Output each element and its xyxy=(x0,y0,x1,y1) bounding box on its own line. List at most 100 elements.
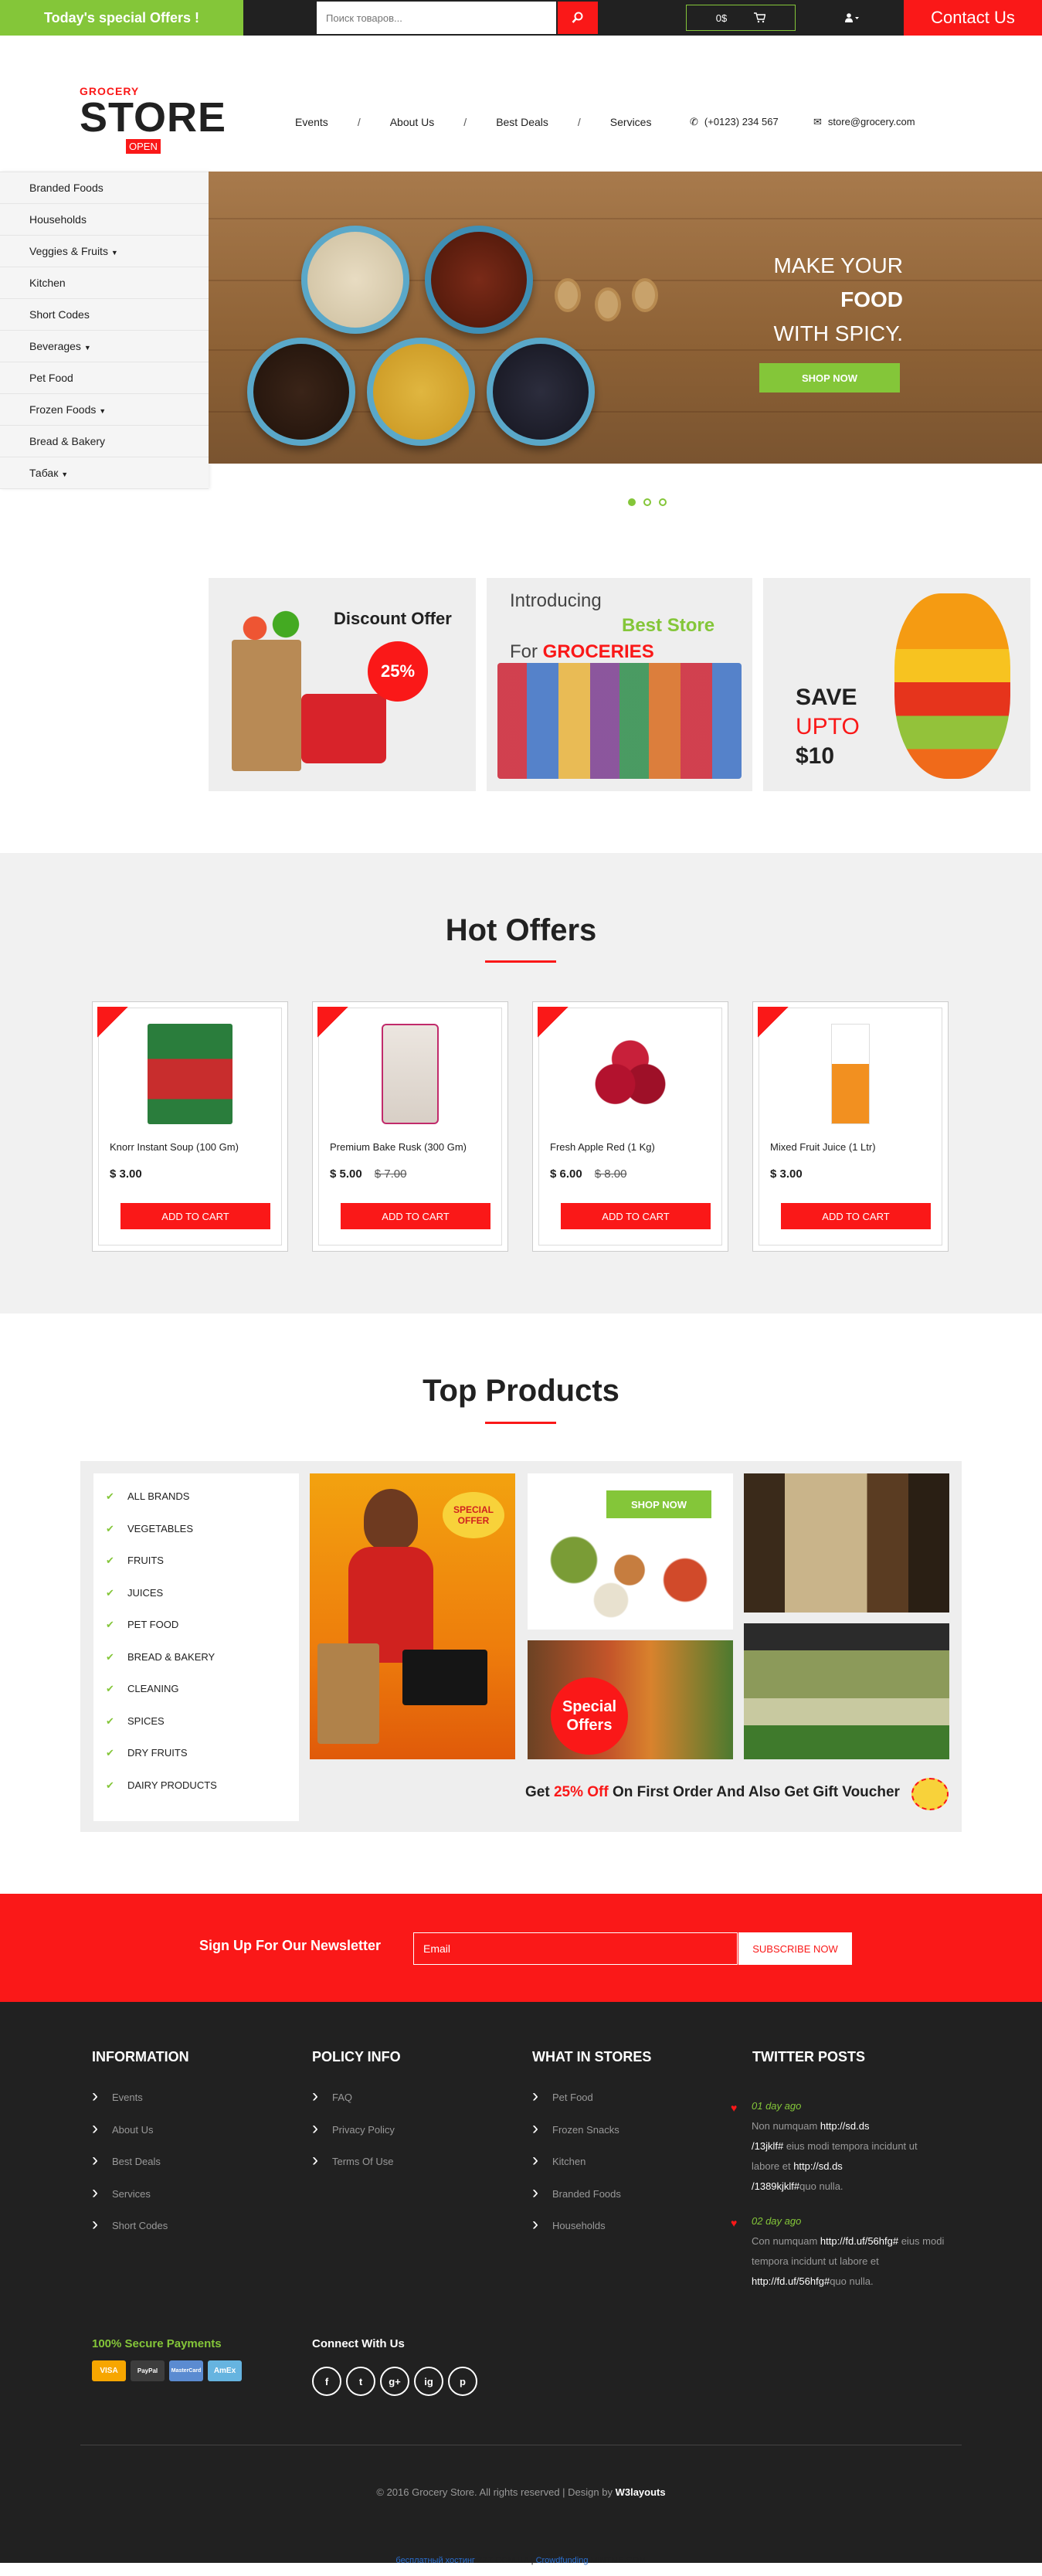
payment-methods: VISA PayPal MasterCard AmEx xyxy=(92,2360,242,2381)
brand-spices[interactable]: SPICES xyxy=(93,1714,299,1746)
crowdfunding-link[interactable]: Crowdfunding xyxy=(536,2556,589,2565)
carousel-dot-1[interactable] xyxy=(628,498,636,506)
sidebar-item-frozen-foods[interactable]: Frozen Foods ▼ xyxy=(0,394,209,426)
special-offers-link[interactable]: Today's special Offers ! xyxy=(0,0,243,36)
phone-contact: ✆ (+0123) 234 567 xyxy=(690,116,779,128)
sidebar-item-branded-foods[interactable]: Branded Foods xyxy=(0,172,209,204)
product-card: Fresh Apple Red (1 Kg) $ 6.00 $ 8.00 ADD … xyxy=(532,1001,728,1252)
search-icon xyxy=(572,12,583,23)
footer-link-best-deals[interactable]: Best Deals xyxy=(92,2149,189,2188)
product-name[interactable]: Fresh Apple Red (1 Kg) xyxy=(550,1141,655,1153)
product-card: Knorr Instant Soup (100 Gm) $ 3.00 ADD T… xyxy=(92,1001,288,1252)
sidebar-item-kitchen[interactable]: Kitchen xyxy=(0,267,209,299)
nav-best-deals[interactable]: Best Deals xyxy=(496,116,548,128)
nav-services[interactable]: Services xyxy=(610,116,652,128)
cart-icon xyxy=(754,12,766,23)
footer-link-short-codes[interactable]: Short Codes xyxy=(92,2214,189,2252)
carousel-dot-3[interactable] xyxy=(659,498,667,506)
cart-button[interactable]: 0$ xyxy=(686,5,796,31)
designer-link[interactable]: W3layouts xyxy=(616,2486,666,2498)
sidebar-item-veggies-fruits[interactable]: Veggies & Fruits ▼ xyxy=(0,236,209,267)
twitter-icon[interactable]: t xyxy=(346,2367,375,2396)
footer-link-kitchen[interactable]: Kitchen xyxy=(532,2149,651,2188)
brand-dry-fruits[interactable]: DRY FRUITS xyxy=(93,1745,299,1778)
sidebar-item-short-codes[interactable]: Short Codes xyxy=(0,299,209,331)
woman-groceries-tile[interactable]: SPECIAL OFFER xyxy=(310,1473,515,1759)
tweet-link[interactable]: /13jklf# xyxy=(752,2140,783,2152)
brand-pet-food[interactable]: PET FOOD xyxy=(93,1617,299,1650)
hosting-bar: бесплатный хостинг ZZZ.COM.UA | Crowdfun… xyxy=(395,2556,647,2565)
tweet-time: 01 day ago xyxy=(752,2100,802,2112)
newsletter-email-input[interactable] xyxy=(413,1932,738,1965)
produce-section-tile[interactable] xyxy=(744,1623,949,1759)
supermarket-aisle-tile[interactable] xyxy=(744,1473,949,1613)
discount-offer-promo[interactable]: Discount Offer 25% xyxy=(209,578,476,791)
add-to-cart-button[interactable]: ADD TO CART xyxy=(781,1203,931,1229)
brand-cleaning[interactable]: CLEANING xyxy=(93,1681,299,1714)
tweet-link[interactable]: http://fd.uf/56hfg# xyxy=(752,2275,830,2287)
email-contact[interactable]: ✉ store@grocery.com xyxy=(813,116,915,128)
contact-us-button[interactable]: Contact Us xyxy=(904,0,1042,36)
footer-link-households[interactable]: Households xyxy=(532,2214,651,2252)
subscribe-button[interactable]: SUBSCRIBE NOW xyxy=(738,1932,852,1965)
tweet-link[interactable]: http://sd.ds xyxy=(793,2160,843,2172)
footer-link-frozen-snacks[interactable]: Frozen Snacks xyxy=(532,2118,651,2156)
sidebar-item-households[interactable]: Households xyxy=(0,204,209,236)
google-plus-icon[interactable]: g+ xyxy=(380,2367,409,2396)
sidebar-item-tobacco[interactable]: Табак ▼ xyxy=(0,457,209,489)
sidebar-item-beverages[interactable]: Beverages ▼ xyxy=(0,331,209,362)
add-to-cart-button[interactable]: ADD TO CART xyxy=(120,1203,270,1229)
footer-link-pet-food[interactable]: Pet Food xyxy=(532,2085,651,2124)
market-special-tile[interactable]: Special Offers xyxy=(528,1640,733,1759)
user-menu[interactable] xyxy=(842,8,862,28)
add-to-cart-button[interactable]: ADD TO CART xyxy=(561,1203,711,1229)
banner-shop-now-button[interactable]: SHOP NOW xyxy=(759,363,900,393)
add-to-cart-button[interactable]: ADD TO CART xyxy=(341,1203,490,1229)
nav-events[interactable]: Events xyxy=(295,116,328,128)
search-button[interactable] xyxy=(558,2,598,34)
footer-link-events[interactable]: Events xyxy=(92,2085,189,2124)
vegetables-shop-tile[interactable]: SHOP NOW xyxy=(528,1473,733,1630)
banner-headline: MAKE YOUR FOOD WITH SPICY. xyxy=(773,253,903,345)
footer-link-services[interactable]: Services xyxy=(92,2182,189,2221)
hosting-link[interactable]: бесплатный хостинг xyxy=(395,2556,475,2565)
tweet-link[interactable]: http://sd.ds xyxy=(820,2120,870,2132)
intro-store-promo[interactable]: Introducing Best Store For GROCERIES xyxy=(487,578,752,791)
footer-link-about-us[interactable]: About Us xyxy=(92,2118,189,2156)
footer-link-faq[interactable]: FAQ xyxy=(312,2085,401,2124)
footer-policy: POLICY INFO FAQ Privacy Policy Terms Of … xyxy=(312,2049,401,2188)
facebook-icon[interactable]: f xyxy=(312,2367,341,2396)
save-upto-promo[interactable]: SAVE UPTO $10 xyxy=(763,578,1030,791)
store-logo[interactable]: GROCERY STORE OPEN xyxy=(80,85,226,154)
search-input[interactable] xyxy=(317,2,556,34)
brand-vegetables[interactable]: VEGETABLES xyxy=(93,1521,299,1554)
footer-link-terms-of-use[interactable]: Terms Of Use xyxy=(312,2149,401,2188)
instagram-icon[interactable]: ig xyxy=(414,2367,443,2396)
product-name[interactable]: Knorr Instant Soup (100 Gm) xyxy=(110,1141,239,1153)
product-price: $ 3.00 xyxy=(110,1167,142,1181)
brand-juices[interactable]: JUICES xyxy=(93,1585,299,1618)
email-address[interactable]: store@grocery.com xyxy=(828,116,915,128)
brand-all-brands[interactable]: ALL BRANDS xyxy=(93,1489,299,1521)
product-name[interactable]: Premium Bake Rusk (300 Gm) xyxy=(330,1141,467,1153)
connect-title: Connect With Us xyxy=(312,2337,405,2350)
phone-number: (+0123) 234 567 xyxy=(704,116,779,127)
carousel-dot-2[interactable] xyxy=(643,498,651,506)
sidebar-item-bread-bakery[interactable]: Bread & Bakery xyxy=(0,426,209,457)
footer-link-privacy-policy[interactable]: Privacy Policy xyxy=(312,2118,401,2156)
tweet-link[interactable]: http://fd.uf/56hfg# xyxy=(820,2235,898,2247)
footer-link-branded-foods[interactable]: Branded Foods xyxy=(532,2182,651,2221)
juice-carton-image xyxy=(831,1024,870,1124)
vegetables-image xyxy=(317,1643,379,1744)
sidebar-item-pet-food[interactable]: Pet Food xyxy=(0,362,209,394)
tile-shop-now-button[interactable]: SHOP NOW xyxy=(606,1490,711,1518)
tweet-link[interactable]: /1389kjklf# xyxy=(752,2180,799,2192)
brand-fruits[interactable]: FRUITS xyxy=(93,1553,299,1585)
laptop-image xyxy=(402,1650,487,1705)
nav-about-us[interactable]: About Us xyxy=(390,116,435,128)
product-name[interactable]: Mixed Fruit Juice (1 Ltr) xyxy=(770,1141,876,1153)
pinterest-icon[interactable]: p xyxy=(448,2367,477,2396)
brand-dairy-products[interactable]: DAIRY PRODUCTS xyxy=(93,1778,299,1810)
brand-bread-bakery[interactable]: BREAD & BAKERY xyxy=(93,1650,299,1682)
chili-bowl-image xyxy=(425,226,533,334)
